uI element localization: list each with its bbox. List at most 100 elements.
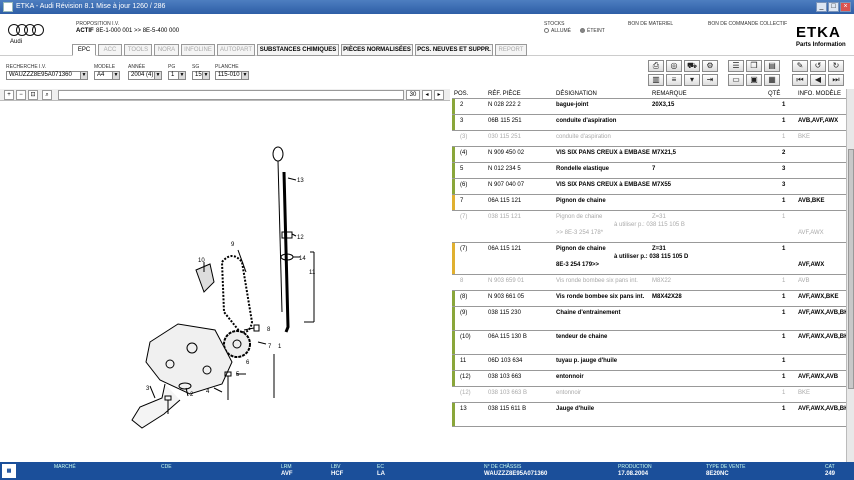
lrm-value: AVF: [281, 471, 293, 477]
tab-infoline[interactable]: INFOLINE: [181, 44, 215, 56]
close-button[interactable]: ×: [840, 2, 851, 12]
car-button[interactable]: ⛟: [684, 60, 700, 72]
tab-epc[interactable]: EPC: [72, 44, 96, 56]
scrollbar-thumb[interactable]: [848, 149, 854, 389]
cat-value: 249: [825, 471, 836, 477]
table-row[interactable]: (4) N 909 450 02 VIS SIX PANS CREUX à EMBA…: [452, 147, 846, 163]
table-row[interactable]: (3) 030 115 251 conduite d'aspiration 1 BKE: [452, 131, 846, 147]
diagram-label-8: 8: [267, 327, 271, 333]
table-row[interactable]: (12) 038 103 663 B entonnoir 1 BKE: [452, 387, 846, 403]
cell-info: AVF,AWX: [798, 262, 825, 268]
cell-designation: bague-joint: [556, 102, 589, 108]
cell-info: BKE: [798, 134, 811, 140]
cell-info: AVF,AWX,AVB,BKE: [798, 310, 853, 316]
tab-nora[interactable]: NORA: [154, 44, 179, 56]
tab-report[interactable]: REPORT: [495, 44, 527, 56]
pin-icon[interactable]: ✎: [792, 60, 808, 72]
image-toolbar: + − ⊡ ⌕ 30 ◂ ▸: [0, 89, 450, 101]
col-pos: POS.: [454, 91, 469, 97]
stock-on-radio[interactable]: ALLUMÉ: [544, 28, 571, 34]
parts-diagram[interactable]: 13 12 14 11 9 10 8 7 1 6 5 4 3 2: [0, 102, 450, 462]
first-page-icon[interactable]: ⏮: [792, 74, 808, 86]
cell-pos: (3): [460, 134, 468, 140]
pg-select[interactable]: 1 ▼: [168, 71, 186, 80]
tab-substances-chimiques[interactable]: SUBSTANCES CHIMIQUES: [257, 44, 339, 56]
barcode-button[interactable]: ▥: [648, 74, 664, 86]
grid-button[interactable]: ▦: [764, 74, 780, 86]
modele-select[interactable]: A4 ▼: [94, 71, 120, 80]
row-indicator: [452, 331, 455, 354]
image-scrollbar[interactable]: [58, 90, 404, 100]
zoom-in-icon[interactable]: +: [4, 90, 14, 100]
table-row[interactable]: (7) 06A 115 121 Pignon de chaine Z=31 à util…: [452, 243, 846, 275]
rotate-left-icon[interactable]: ◂: [422, 90, 432, 100]
note-button[interactable]: ▭: [728, 74, 744, 86]
tab-acc[interactable]: ACC: [98, 44, 122, 56]
clipboard-button[interactable]: ☰: [728, 60, 744, 72]
diagram-label-4: 4: [206, 389, 210, 395]
table-row[interactable]: (12) 038 103 663 entonnoir 1 AVF,AWX,AVB: [452, 371, 846, 387]
redo-button[interactable]: ↻: [828, 60, 844, 72]
print-button[interactable]: ⎙: [648, 60, 664, 72]
tab-pcs-neuves[interactable]: PCS. NEUVES ET SUPPR.: [415, 44, 493, 56]
tab-tools[interactable]: TOOLS: [124, 44, 152, 56]
annee-select[interactable]: 2004 (4) ▼: [128, 71, 162, 80]
folder-button[interactable]: ▤: [764, 60, 780, 72]
status-bar: ▦ MARCHÉ CDE LRM AVF LBV HCF EC LA N° DE…: [0, 462, 854, 480]
row-indicator: [452, 163, 455, 178]
table-row[interactable]: 7 06A 115 121 Pignon de chaine 1 AVB,BKE: [452, 195, 846, 211]
cell-pos: 2: [460, 102, 464, 108]
wheel-button[interactable]: ◎: [666, 60, 682, 72]
table-row[interactable]: (10) 06A 115 130 B tendeur de chaine 1 AVF,A…: [452, 331, 852, 355]
chevron-down-icon: ▼: [112, 72, 119, 79]
cell-ref: 038 115 121: [488, 214, 521, 220]
cell-remarque: M7X21,5: [652, 150, 677, 156]
cell-qte: 1: [782, 334, 786, 340]
zoom-out-icon[interactable]: −: [16, 90, 26, 100]
table-row[interactable]: (9) 038 115 230 Chaine d'entrainement 1 AVF,…: [452, 307, 853, 331]
engine-button[interactable]: ⚙: [702, 60, 718, 72]
tag-button[interactable]: ▣: [746, 74, 762, 86]
copy-button[interactable]: ❐: [746, 60, 762, 72]
maximize-button[interactable]: □: [828, 2, 839, 12]
table-row[interactable]: 13 038 115 611 B Jauge d'huile 1 AVF,AWX,AVB…: [452, 403, 853, 427]
cell-pos: (12): [460, 374, 471, 380]
cell-pos: (8): [460, 294, 468, 300]
rotate-right-icon[interactable]: ▸: [434, 90, 444, 100]
table-row[interactable]: (7) 038 115 121 Pignon de chaine Z=31 à util…: [452, 211, 846, 243]
cell-ref: 06A 115 121: [488, 246, 522, 252]
list-button[interactable]: ≡: [666, 74, 682, 86]
table-row[interactable]: (6) N 907 040 07 VIS SIX PANS CREUX à EMBA…: [452, 179, 846, 195]
cell-info: AVF,AWX,AVB,BKE: [798, 406, 853, 412]
cell-qte: 3: [782, 182, 786, 188]
table-row[interactable]: 5 N 012 234 5 Rondelle elastique 7 3: [452, 163, 846, 179]
table-row[interactable]: 2 N 028 222 2 bague-joint 20X3,15 1: [452, 99, 846, 115]
planche-select[interactable]: 115-010 ▼: [215, 71, 249, 80]
undo-button[interactable]: ↺: [810, 60, 826, 72]
diagram-label-11: 11: [309, 270, 316, 276]
table-row[interactable]: 11 06D 103 634 tuyau p. jauge d'huile 1: [452, 355, 846, 371]
filter-button[interactable]: ▾: [684, 74, 700, 86]
table-row[interactable]: (8) N 903 661 05 Vis ronde bombee six pans…: [452, 291, 846, 307]
dipstick: [277, 160, 283, 313]
cell-designation: tuyau p. jauge d'huile: [556, 358, 618, 364]
sg-select[interactable]: 15 ▼: [192, 71, 210, 80]
chain-tensioner: [195, 263, 215, 293]
cell-remarque-3: >> 8E-3 254 178*: [556, 230, 604, 236]
table-row[interactable]: 3 06B 115 251 conduite d'aspiration 1 AVB,AV…: [452, 115, 846, 131]
table-row[interactable]: 8 N 903 659 01 Vis ronde bombee six pans i…: [452, 275, 846, 291]
last-page-icon[interactable]: ⏭: [828, 74, 844, 86]
move-button[interactable]: ⇥: [702, 74, 718, 86]
table-scrollbar[interactable]: [846, 89, 854, 462]
cell-ref: 030 115 251: [488, 134, 521, 140]
cell-ref: 06B 115 251: [488, 118, 522, 124]
zoom-reset-icon[interactable]: ⌕: [42, 90, 52, 100]
zoom-fit-icon[interactable]: ⊡: [28, 90, 38, 100]
diagram-label-6: 6: [246, 360, 250, 366]
minimize-button[interactable]: _: [816, 2, 827, 12]
recherche-input[interactable]: WAUZZZ8E95A071360 ▼: [6, 71, 88, 80]
tab-pieces-normalisees[interactable]: PIÈCES NORMALISÉES: [341, 44, 413, 56]
tab-autopart[interactable]: AUTOPART: [217, 44, 255, 56]
prev-page-icon[interactable]: ◀: [810, 74, 826, 86]
stock-off-radio[interactable]: ÉTEINT: [580, 28, 605, 34]
